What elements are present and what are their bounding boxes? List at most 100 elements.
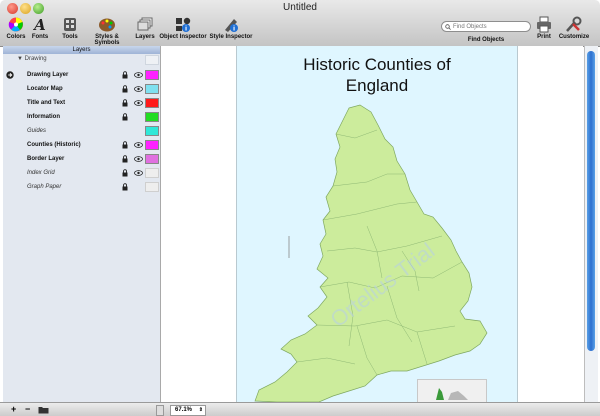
eye-icon[interactable] xyxy=(134,86,143,92)
color-wheel-icon xyxy=(8,17,23,32)
current-layer-arrow-icon xyxy=(6,71,14,79)
add-layer-button[interactable]: + xyxy=(11,404,16,414)
eye-icon[interactable] xyxy=(134,100,143,106)
layers-icon xyxy=(137,17,153,31)
lock-icon[interactable] xyxy=(122,85,128,93)
layer-color-swatch[interactable] xyxy=(145,112,159,122)
print-label: Print xyxy=(537,34,551,40)
style-inspector-button[interactable]: i Style Inspector xyxy=(208,16,254,40)
layer-color-swatch[interactable] xyxy=(145,154,159,164)
svg-text:i: i xyxy=(233,26,235,33)
tools-button[interactable]: Tools xyxy=(59,16,81,40)
layer-name: Guides xyxy=(27,128,47,134)
layer-row[interactable]: Drawing Layer xyxy=(3,68,160,82)
svg-text:i: i xyxy=(185,26,187,33)
map-page[interactable]: Historic Counties of England Ortelius Tr… xyxy=(236,46,518,404)
lock-icon[interactable] xyxy=(122,169,128,177)
england-map[interactable]: Ortelius Trial xyxy=(237,46,517,402)
disclosure-triangle-icon[interactable]: ▼ xyxy=(17,56,23,62)
vertical-scrollbar[interactable] xyxy=(584,46,598,402)
find-objects-field[interactable]: Find Objects xyxy=(441,21,531,32)
printer-icon xyxy=(537,16,551,33)
layer-name: Counties (Historic) xyxy=(27,142,81,148)
layer-name: Title and Text xyxy=(27,100,66,106)
folder-icon[interactable] xyxy=(38,406,49,414)
layer-name: Graph Paper xyxy=(27,184,62,190)
colors-label: Colors xyxy=(6,34,26,40)
layers-button[interactable]: Layers xyxy=(133,16,157,40)
lock-icon[interactable] xyxy=(122,99,128,107)
style-inspector-label: Style Inspector xyxy=(209,34,253,40)
layer-row[interactable]: Counties (Historic) xyxy=(3,138,160,152)
customize-icon xyxy=(566,16,582,32)
layers-label: Layers xyxy=(135,34,155,40)
layers-panel: Layers ▼ Drawing Drawing Layer Locator M… xyxy=(3,46,161,402)
tools-icon xyxy=(64,18,76,31)
styles-symbols-label: Styles & Symbols xyxy=(94,34,120,46)
layer-color-swatch[interactable] xyxy=(145,70,159,80)
layer-row[interactable]: Border Layer xyxy=(3,152,160,166)
england-outline xyxy=(254,104,488,402)
layer-row[interactable]: Information xyxy=(3,110,160,124)
layer-row[interactable]: Title and Text xyxy=(3,96,160,110)
lock-icon[interactable] xyxy=(122,113,128,121)
layer-row[interactable]: Index Grid xyxy=(3,166,160,180)
styles-symbols-button[interactable]: Styles & Symbols xyxy=(82,16,132,46)
lock-icon[interactable] xyxy=(122,71,128,79)
group-swatch[interactable] xyxy=(145,55,159,65)
window-title: Untitled xyxy=(283,2,317,13)
layer-row[interactable]: Graph Paper xyxy=(3,180,160,194)
search-icon xyxy=(445,24,451,30)
layers-panel-header: Layers xyxy=(3,46,160,54)
layer-color-swatch[interactable] xyxy=(145,168,159,178)
layer-color-swatch[interactable] xyxy=(145,126,159,136)
palette-icon xyxy=(99,18,115,32)
eye-icon[interactable] xyxy=(134,142,143,148)
layer-color-swatch[interactable] xyxy=(145,140,159,150)
lock-icon[interactable] xyxy=(122,155,128,163)
layer-name: Drawing Layer xyxy=(27,72,69,78)
find-objects-label: Find Objects xyxy=(467,37,505,43)
layer-row[interactable]: Guides xyxy=(3,124,160,138)
layer-row[interactable]: Locator Map xyxy=(3,82,160,96)
eye-icon[interactable] xyxy=(134,170,143,176)
print-button[interactable]: Print xyxy=(533,16,555,40)
layer-group-drawing[interactable]: ▼ Drawing xyxy=(17,56,47,62)
object-inspector-icon: i xyxy=(176,17,191,33)
lock-icon[interactable] xyxy=(122,141,128,149)
layer-name: Border Layer xyxy=(27,156,65,162)
locator-map-inset[interactable] xyxy=(417,379,487,404)
tools-label: Tools xyxy=(62,34,78,40)
stepper-icon[interactable]: ⇕ xyxy=(195,406,203,415)
colors-button[interactable]: Colors xyxy=(5,16,27,40)
eye-icon[interactable] xyxy=(134,72,143,78)
layer-name: Locator Map xyxy=(27,86,63,92)
locator-map-icon xyxy=(436,388,468,400)
layer-name: Information xyxy=(27,114,60,120)
object-inspector-label: Object Inspector xyxy=(159,34,207,40)
scrollbar-thumb[interactable] xyxy=(587,51,595,351)
panel-resize-handle[interactable] xyxy=(156,405,164,416)
layer-color-swatch[interactable] xyxy=(145,182,159,192)
lock-icon[interactable] xyxy=(122,183,128,191)
layer-color-swatch[interactable] xyxy=(145,84,159,94)
zoom-level-field[interactable]: 67.1% ⇕ xyxy=(170,405,206,416)
customize-button[interactable]: Customize xyxy=(557,16,591,40)
remove-layer-button[interactable]: − xyxy=(25,404,30,414)
layer-group-label: Drawing xyxy=(24,56,47,62)
app-window: Untitled Colors A Fonts Tools Styles & S… xyxy=(0,0,600,416)
layer-color-swatch[interactable] xyxy=(145,98,159,108)
fonts-button[interactable]: A Fonts xyxy=(30,16,50,40)
toolbar: Untitled Colors A Fonts Tools Styles & S… xyxy=(0,0,600,47)
fonts-label: Fonts xyxy=(31,34,49,40)
find-objects-placeholder: Find Objects xyxy=(453,24,487,30)
svg-text:A: A xyxy=(32,16,46,33)
customize-label: Customize xyxy=(558,34,590,40)
layer-name: Index Grid xyxy=(27,170,55,176)
object-inspector-button[interactable]: i Object Inspector xyxy=(158,16,208,40)
style-inspector-icon: i xyxy=(225,19,238,33)
eye-icon[interactable] xyxy=(134,156,143,162)
bottom-bar: + − 67.1% ⇕ xyxy=(0,402,600,416)
font-icon: A xyxy=(32,16,46,33)
zoom-level-value: 67.1% xyxy=(175,407,193,413)
